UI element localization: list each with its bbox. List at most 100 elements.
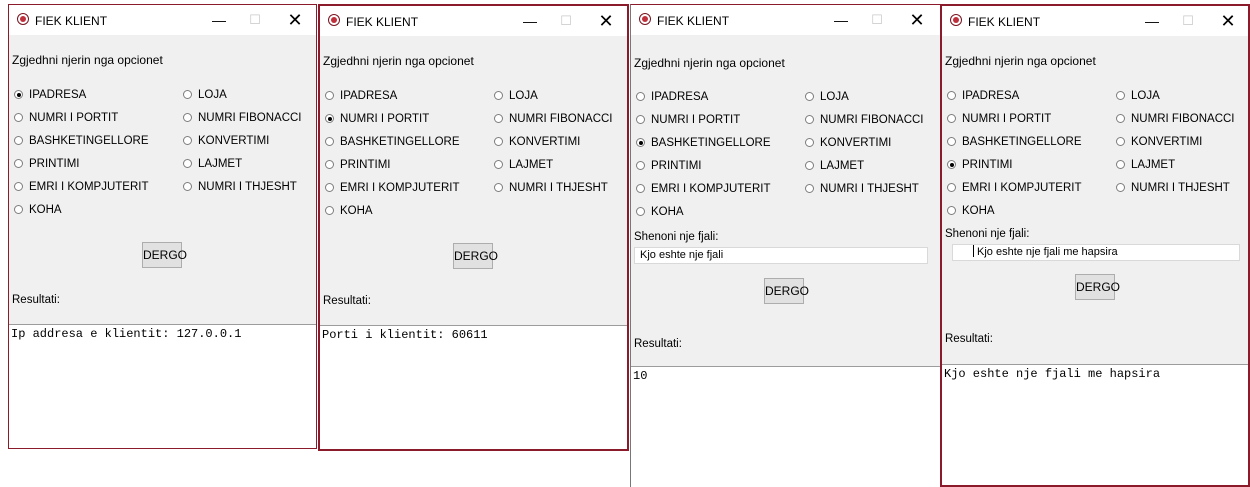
option-numri-i-portit[interactable]: NUMRI I PORTIT <box>947 113 1051 125</box>
radio-icon[interactable] <box>183 113 192 122</box>
radio-icon[interactable] <box>14 90 23 99</box>
dergo-button[interactable]: DERGO <box>142 242 187 268</box>
option-konvertimi[interactable]: KONVERTIMI <box>805 137 891 149</box>
result-output[interactable]: Ip addresa e klientit: 127.0.0.1 <box>9 324 316 448</box>
option-bashketingellore[interactable]: BASHKETINGELLORE <box>947 136 1082 148</box>
option-numri-fibonacci[interactable]: NUMRI FIBONACCI <box>1116 113 1235 125</box>
radio-icon[interactable] <box>494 91 503 100</box>
maximize-button[interactable]: ☐ <box>863 9 891 31</box>
close-button[interactable]: ✕ <box>1214 10 1242 32</box>
option-printimi[interactable]: PRINTIMI <box>325 159 390 171</box>
radio-icon[interactable] <box>947 160 956 169</box>
radio-icon[interactable] <box>636 138 645 147</box>
result-output[interactable]: Kjo eshte nje fjali me hapsira <box>942 364 1248 485</box>
maximize-button[interactable]: ☐ <box>552 10 580 32</box>
radio-icon[interactable] <box>14 159 23 168</box>
option-lajmet[interactable]: LAJMET <box>805 160 864 172</box>
radio-icon[interactable] <box>14 136 23 145</box>
option-lajmet[interactable]: LAJMET <box>494 159 553 171</box>
option-emri-i-kompjuterit[interactable]: EMRI I KOMPJUTERIT <box>14 181 148 193</box>
option-bashketingellore[interactable]: BASHKETINGELLORE <box>636 137 771 149</box>
option-koha[interactable]: KOHA <box>636 206 684 218</box>
title-bar[interactable]: FIEK KLIENT — ☐ ✕ <box>942 6 1248 36</box>
title-bar[interactable]: FIEK KLIENT — ☐ ✕ <box>631 5 940 35</box>
dergo-button[interactable]: DERGO <box>1075 274 1120 300</box>
radio-icon[interactable] <box>805 138 814 147</box>
radio-icon[interactable] <box>805 161 814 170</box>
radio-icon[interactable] <box>947 183 956 192</box>
option-numri-i-thjesht[interactable]: NUMRI I THJESHT <box>805 183 919 195</box>
option-konvertimi[interactable]: KONVERTIMI <box>494 136 580 148</box>
radio-icon[interactable] <box>636 184 645 193</box>
maximize-button[interactable]: ☐ <box>241 9 269 31</box>
radio-icon[interactable] <box>805 184 814 193</box>
radio-icon[interactable] <box>494 114 503 123</box>
title-bar[interactable]: FIEK KLIENT — ☐ ✕ <box>9 5 316 35</box>
option-ipadresa[interactable]: IPADRESA <box>636 91 708 103</box>
option-loja[interactable]: LOJA <box>805 91 849 103</box>
title-bar[interactable]: FIEK KLIENT — ☐ ✕ <box>320 6 627 36</box>
radio-icon[interactable] <box>494 160 503 169</box>
radio-icon[interactable] <box>325 183 334 192</box>
radio-icon[interactable] <box>14 113 23 122</box>
sentence-input[interactable]: Kjo eshte nje fjali <box>634 247 928 264</box>
option-loja[interactable]: LOJA <box>1116 90 1160 102</box>
radio-icon[interactable] <box>805 115 814 124</box>
option-numri-fibonacci[interactable]: NUMRI FIBONACCI <box>183 112 302 124</box>
minimize-button[interactable]: — <box>516 10 544 32</box>
option-lajmet[interactable]: LAJMET <box>183 158 242 170</box>
radio-icon[interactable] <box>636 161 645 170</box>
option-konvertimi[interactable]: KONVERTIMI <box>183 135 269 147</box>
option-koha[interactable]: KOHA <box>14 204 62 216</box>
radio-icon[interactable] <box>1116 137 1125 146</box>
radio-icon[interactable] <box>325 137 334 146</box>
dergo-button[interactable]: DERGO <box>764 278 809 304</box>
radio-icon[interactable] <box>14 205 23 214</box>
option-ipadresa[interactable]: IPADRESA <box>947 90 1019 102</box>
option-numri-i-portit[interactable]: NUMRI I PORTIT <box>636 114 740 126</box>
result-output[interactable]: Porti i klientit: 60611 <box>320 325 627 449</box>
radio-icon[interactable] <box>494 183 503 192</box>
radio-icon[interactable] <box>183 90 192 99</box>
option-numri-i-portit[interactable]: NUMRI I PORTIT <box>325 113 429 125</box>
radio-icon[interactable] <box>636 207 645 216</box>
radio-icon[interactable] <box>183 136 192 145</box>
option-emri-i-kompjuterit[interactable]: EMRI I KOMPJUTERIT <box>325 182 459 194</box>
close-button[interactable]: ✕ <box>281 9 309 31</box>
maximize-button[interactable]: ☐ <box>1174 10 1202 32</box>
option-ipadresa[interactable]: IPADRESA <box>325 90 397 102</box>
option-loja[interactable]: LOJA <box>494 90 538 102</box>
option-numri-i-thjesht[interactable]: NUMRI I THJESHT <box>494 182 608 194</box>
option-bashketingellore[interactable]: BASHKETINGELLORE <box>325 136 460 148</box>
radio-icon[interactable] <box>947 91 956 100</box>
radio-icon[interactable] <box>325 114 334 123</box>
radio-icon[interactable] <box>14 182 23 191</box>
radio-icon[interactable] <box>636 92 645 101</box>
option-koha[interactable]: KOHA <box>325 205 373 217</box>
radio-icon[interactable] <box>1116 91 1125 100</box>
minimize-button[interactable]: — <box>827 9 855 31</box>
radio-icon[interactable] <box>325 160 334 169</box>
option-printimi[interactable]: PRINTIMI <box>947 159 1012 171</box>
radio-icon[interactable] <box>1116 114 1125 123</box>
radio-icon[interactable] <box>636 115 645 124</box>
close-button[interactable]: ✕ <box>903 9 931 31</box>
option-koha[interactable]: KOHA <box>947 205 995 217</box>
minimize-button[interactable]: — <box>1138 10 1166 32</box>
option-loja[interactable]: LOJA <box>183 89 227 101</box>
radio-icon[interactable] <box>325 91 334 100</box>
option-konvertimi[interactable]: KONVERTIMI <box>1116 136 1202 148</box>
radio-icon[interactable] <box>947 206 956 215</box>
radio-icon[interactable] <box>1116 160 1125 169</box>
radio-icon[interactable] <box>947 114 956 123</box>
dergo-button[interactable]: DERGO <box>453 243 498 269</box>
option-emri-i-kompjuterit[interactable]: EMRI I KOMPJUTERIT <box>947 182 1081 194</box>
option-numri-i-thjesht[interactable]: NUMRI I THJESHT <box>183 181 297 193</box>
radio-icon[interactable] <box>325 206 334 215</box>
radio-icon[interactable] <box>494 137 503 146</box>
option-numri-fibonacci[interactable]: NUMRI FIBONACCI <box>805 114 924 126</box>
radio-icon[interactable] <box>1116 183 1125 192</box>
option-numri-i-portit[interactable]: NUMRI I PORTIT <box>14 112 118 124</box>
close-button[interactable]: ✕ <box>592 10 620 32</box>
minimize-button[interactable]: — <box>205 9 233 31</box>
